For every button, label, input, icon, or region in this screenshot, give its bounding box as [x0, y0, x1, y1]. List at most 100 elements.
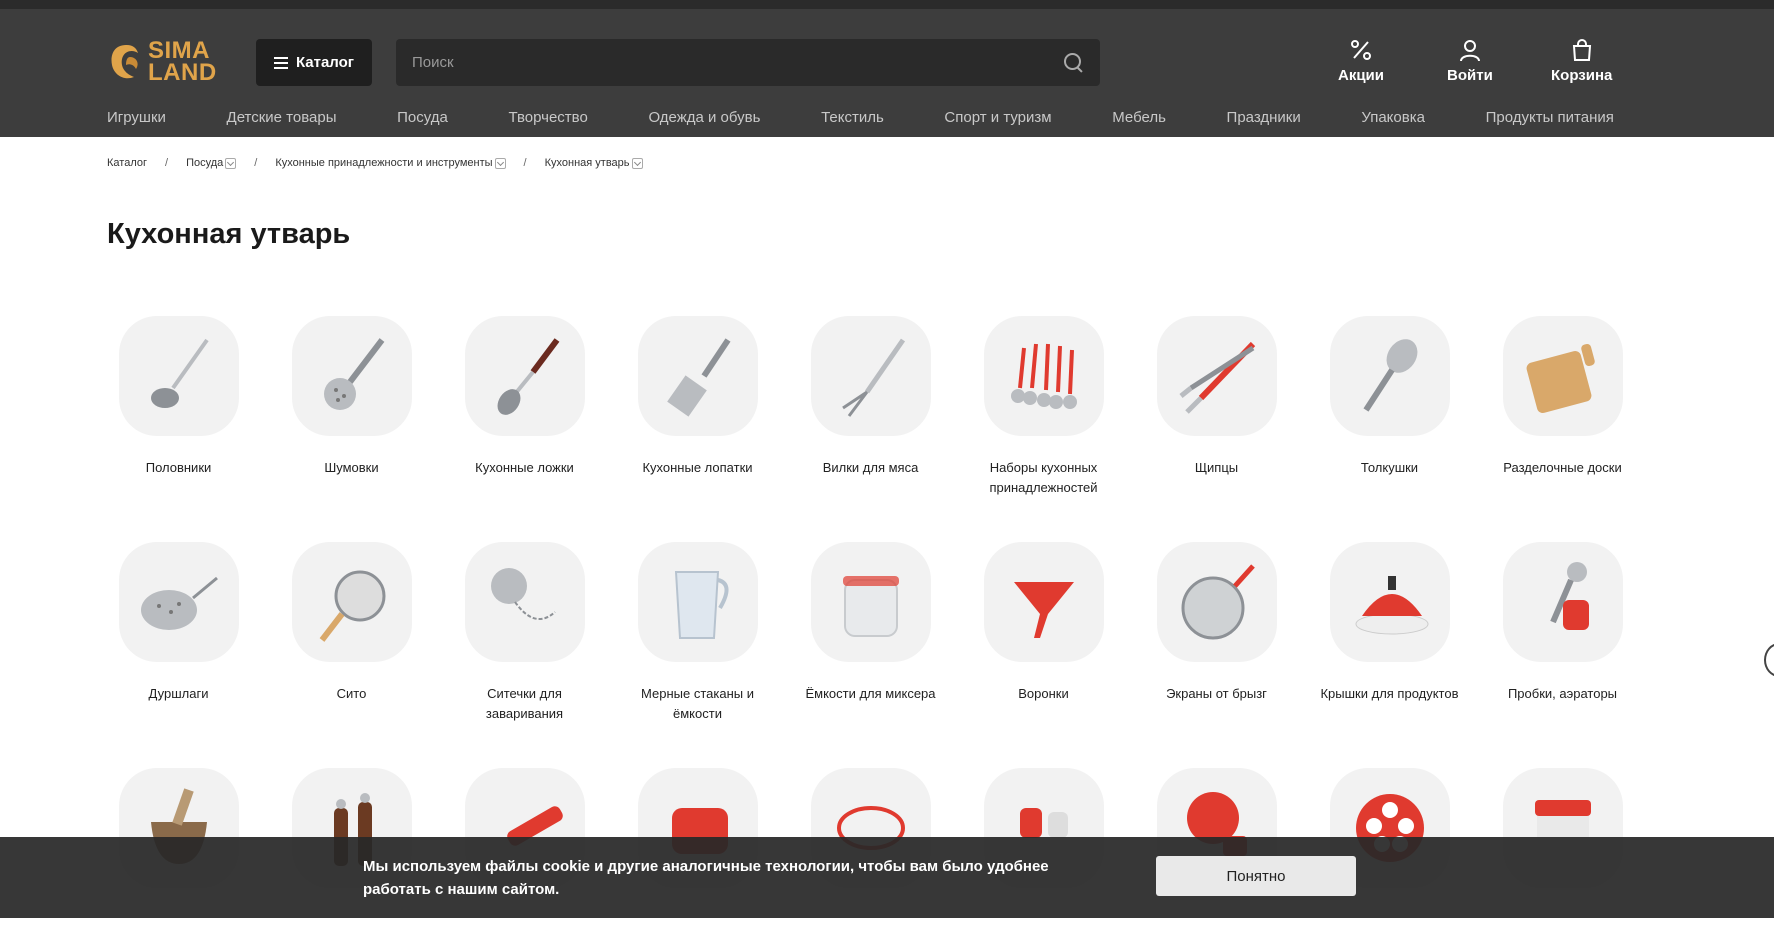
sima-land-logo[interactable]: SIMA LAND [106, 37, 224, 87]
category-label[interactable]: Половники [109, 458, 249, 498]
category-image[interactable] [983, 542, 1104, 662]
category-image[interactable] [1329, 542, 1450, 662]
category-label[interactable]: Мерные стаканы и ёмкости [628, 684, 768, 724]
user-icon [1458, 37, 1482, 63]
category-label[interactable]: Ситечки для заваривания [455, 684, 595, 724]
search-bar [396, 39, 1100, 86]
category-image[interactable] [464, 316, 585, 436]
colander-icon [140, 576, 218, 630]
breadcrumb-label: Посуда [186, 157, 224, 169]
category-label[interactable]: Пробки, аэраторы [1493, 684, 1633, 724]
category-label[interactable]: Сито [282, 684, 422, 724]
breadcrumb-item[interactable]: Посуда [186, 157, 237, 169]
measuring-jug-icon [674, 571, 728, 639]
breadcrumb-item[interactable]: Кухонные принадлежности и инструменты [275, 157, 506, 169]
breadcrumb-separator: / [165, 157, 169, 169]
chevron-down-icon[interactable] [494, 157, 506, 169]
nav-item[interactable]: Посуда [397, 109, 448, 126]
category-nav: Игрушки Детские товары Посуда Творчество… [107, 109, 1614, 126]
category-tile[interactable]: Воронки [957, 542, 1130, 724]
promotions-button[interactable]: Акции [1338, 37, 1384, 84]
category-tile[interactable]: Сито [265, 542, 438, 724]
category-label[interactable]: Экраны от брызг [1147, 684, 1287, 724]
meat-fork-icon [841, 338, 905, 417]
category-image[interactable] [1502, 542, 1623, 662]
category-image[interactable] [637, 542, 758, 662]
category-tile[interactable]: Толкушки [1303, 316, 1476, 498]
category-tile[interactable]: Кухонные ложки [438, 316, 611, 498]
category-tile[interactable]: Пробки, аэраторы [1476, 542, 1649, 724]
category-label[interactable]: Щипцы [1147, 458, 1287, 498]
category-label[interactable]: Крышки для продуктов [1320, 684, 1460, 724]
category-label[interactable]: Наборы кухонных принадлежностей [974, 458, 1114, 498]
chevron-down-icon[interactable] [631, 157, 643, 169]
login-label: Войти [1447, 67, 1493, 84]
category-tile[interactable]: Ситечки для заваривания [438, 542, 611, 724]
category-tile[interactable]: Кухонные лопатки [611, 316, 784, 498]
login-button[interactable]: Войти [1447, 37, 1493, 84]
side-widget-button[interactable] [1764, 643, 1774, 677]
category-tile[interactable]: Мерные стаканы и ёмкости [611, 542, 784, 724]
breadcrumb-item[interactable]: Кухонная утварь [545, 157, 643, 169]
nav-item[interactable]: Спорт и туризм [944, 109, 1051, 126]
nav-item[interactable]: Игрушки [107, 109, 166, 126]
category-image[interactable] [291, 542, 412, 662]
category-tile[interactable]: Экраны от брызг [1130, 542, 1303, 724]
category-tile[interactable]: Вилки для мяса [784, 316, 957, 498]
breadcrumb-item[interactable]: Каталог [107, 157, 147, 169]
category-image[interactable] [118, 542, 239, 662]
cookie-accept-button[interactable]: Понятно [1156, 856, 1356, 896]
category-image[interactable] [118, 316, 239, 436]
category-label[interactable]: Ёмкости для миксера [801, 684, 941, 724]
category-tile[interactable]: Половники [92, 316, 265, 498]
category-image[interactable] [637, 316, 758, 436]
spatula-icon [666, 338, 730, 417]
utensil-set-icon [1010, 343, 1077, 409]
category-image[interactable] [1156, 542, 1277, 662]
category-image[interactable] [291, 316, 412, 436]
cart-button[interactable]: Корзина [1551, 37, 1612, 84]
nav-item[interactable]: Праздники [1227, 109, 1301, 126]
splatter-screen-icon [1181, 564, 1255, 640]
category-label[interactable]: Разделочные доски [1493, 458, 1633, 498]
category-image[interactable] [810, 316, 931, 436]
category-tile[interactable]: Щипцы [1130, 316, 1303, 498]
nav-item[interactable]: Продукты питания [1486, 109, 1614, 126]
breadcrumb-separator: / [523, 157, 527, 169]
chevron-down-icon[interactable] [225, 157, 237, 169]
category-tile[interactable]: Крышки для продуктов [1303, 542, 1476, 724]
nav-item[interactable]: Творчество [508, 109, 587, 126]
category-image[interactable] [464, 542, 585, 662]
mixer-bowl-icon [842, 576, 899, 637]
category-tile[interactable]: Наборы кухонных принадлежностей [957, 316, 1130, 498]
search-icon[interactable] [1064, 52, 1084, 73]
category-label[interactable]: Вилки для мяса [801, 458, 941, 498]
bag-icon [1570, 37, 1594, 63]
category-label[interactable]: Толкушки [1320, 458, 1460, 498]
category-tile[interactable]: Ёмкости для миксера [784, 542, 957, 724]
catalog-button[interactable]: Каталог [256, 39, 372, 86]
category-label[interactable]: Шумовки [282, 458, 422, 498]
cookie-text: Мы используем файлы cookie и другие анал… [363, 858, 1049, 898]
category-image[interactable] [1329, 316, 1450, 436]
category-label[interactable]: Кухонные лопатки [628, 458, 768, 498]
category-image[interactable] [1502, 316, 1623, 436]
nav-item[interactable]: Мебель [1112, 109, 1166, 126]
nav-item[interactable]: Упаковка [1361, 109, 1425, 126]
ladle-icon [150, 338, 209, 408]
category-label[interactable]: Дуршлаги [109, 684, 249, 724]
category-label[interactable]: Воронки [974, 684, 1114, 724]
category-tile[interactable]: Разделочные доски [1476, 316, 1649, 498]
category-image[interactable] [983, 316, 1104, 436]
nav-item[interactable]: Детские товары [227, 109, 337, 126]
category-image[interactable] [1156, 316, 1277, 436]
search-input[interactable] [412, 54, 1064, 71]
category-image[interactable] [810, 542, 931, 662]
nav-item[interactable]: Одежда и обувь [648, 109, 760, 126]
category-tile[interactable]: Дуршлаги [92, 542, 265, 724]
category-tile[interactable]: Шумовки [265, 316, 438, 498]
category-label[interactable]: Кухонные ложки [455, 458, 595, 498]
promotions-label: Акции [1338, 67, 1385, 84]
nav-item[interactable]: Текстиль [821, 109, 884, 126]
masher-icon [1362, 339, 1417, 412]
